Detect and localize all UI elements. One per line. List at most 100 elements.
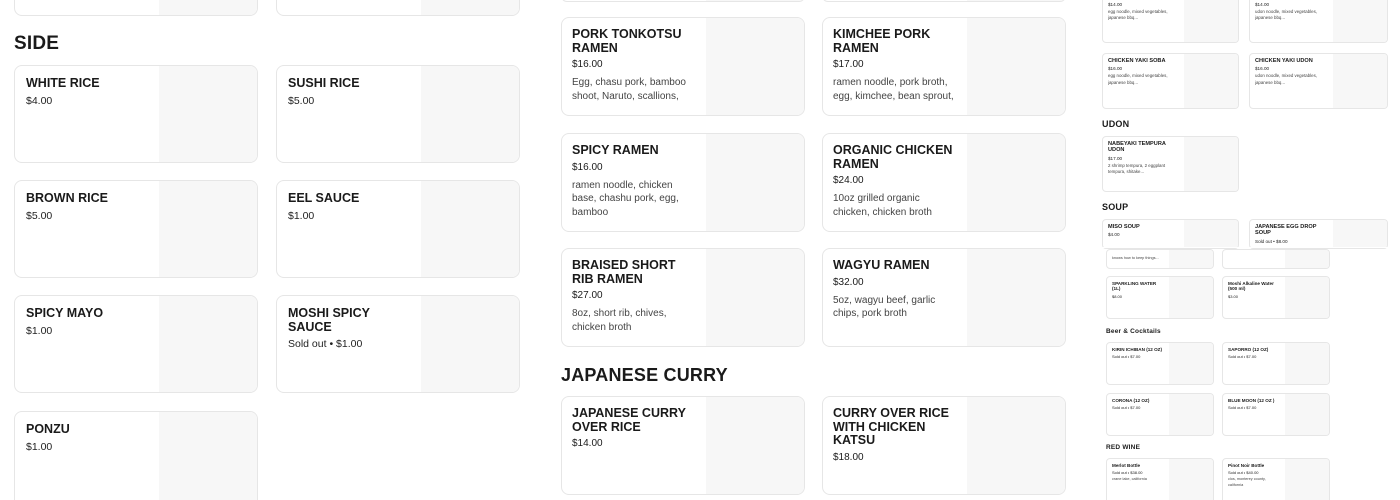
menu-item-miso-soup[interactable]: MISO SOUP $4.00 [1102,219,1239,249]
menu-item-card[interactable]: $14.00 egg noodle, mixed vegetables, japa… [1102,0,1239,43]
item-image [1285,277,1329,318]
item-price: $5.00 [26,209,53,222]
menu-item-moshi-spicy-sauce[interactable]: MOSHI SPICY SAUCE Sold out • $1.00 [276,295,520,393]
item-price: $14.00 [572,438,603,449]
item-price: $18.00 [833,451,864,463]
item-price: $27.00 [572,290,603,301]
menu-item-sparkling-water[interactable]: SPARKLING WATER (1L) $8.00 [1106,276,1214,319]
item-name: ORGANIC CHICKEN RAMEN [833,143,953,171]
item-name: WAGYU RAMEN [833,258,930,272]
item-price: $4.00 [1108,232,1120,238]
menu-item-moshi-alkaline-water[interactable]: Moshi Alkaline Water (500 ml) $3.00 [1222,276,1330,319]
section-title-side: SIDE [14,33,60,54]
menu-item-braised-short-rib-ramen[interactable]: BRAISED SHORT RIB RAMEN $27.00 8oz, short … [561,248,805,347]
menu-item-card[interactable]: knows how to keep things... [1106,249,1214,269]
item-image [1285,459,1329,500]
item-image [967,249,1065,346]
item-name: MISO SOUP [1108,224,1140,230]
item-price: $3.00 [1228,293,1239,299]
item-description: udon noodle, mixed vegetables, japanese … [1255,9,1318,21]
section-title-soup: SOUP [1102,202,1129,212]
item-price: Sold out • $7.00 [1228,354,1257,360]
menu-item-card[interactable] [276,0,520,16]
section-title-udon: UDON [1102,119,1130,129]
item-image [967,134,1065,231]
menu-item-curry-chicken-katsu[interactable]: CURRY OVER RICE WITH CHICKEN KATSU $18.00 [822,396,1066,495]
item-price: Sold out • $40.00 [1228,470,1259,476]
menu-item-chicken-yaki-soba[interactable]: CHICKEN YAKI SOBA $16.00 egg noodle, mixed… [1102,53,1239,109]
item-description: 8oz, short rib, chives, chicken broth [572,308,667,333]
menu-item-organic-chicken-ramen[interactable]: ORGANIC CHICKEN RAMEN $24.00 10oz grilled … [822,133,1066,232]
item-name: Pinot Noir Bottle [1228,463,1265,468]
menu-item-chicken-yaki-udon[interactable]: CHICKEN YAKI UDON $16.00 udon noodle, mixe… [1249,53,1388,109]
item-image [1184,54,1238,108]
item-name: Moshi Alkaline Water (500 ml) [1228,281,1274,292]
item-price: $16.00 [572,161,603,173]
menu-item-spicy-ramen[interactable]: SPICY RAMEN $16.00 ramen noodle, chicken b… [561,133,805,232]
menu-item-japanese-egg-drop-soup[interactable]: JAPANESE EGG DROP SOUP Sold out • $8.00 [1249,219,1388,249]
menu-item-card[interactable] [822,0,1066,2]
menu-item-card[interactable] [14,0,258,16]
item-name: NABEYAKI TEMPURA UDON [1108,141,1166,154]
item-image [706,397,804,494]
menu-item-sushi-rice[interactable]: SUSHI RICE $5.00 [276,65,520,163]
item-price: Sold out • $8.00 [1255,238,1288,244]
menu-item-blue-moon[interactable]: BLUE MOON (12 OZ ) Sold out • $7.00 [1222,393,1330,436]
menu-item-card[interactable] [1222,249,1330,269]
item-description: udon noodle, mixed vegetables, japanese … [1255,73,1318,85]
menu-item-brown-rice[interactable]: BROWN RICE $5.00 [14,180,258,278]
item-price: $1.00 [288,209,315,222]
menu-item-eel-sauce[interactable]: EEL SAUCE $1.00 [276,180,520,278]
item-name: SAPORRO (12 OZ) [1228,347,1269,352]
item-name: SPARKLING WATER (1L) [1112,281,1157,292]
item-price: $17.00 [1108,155,1123,161]
menu-item-kirin-ichiban[interactable]: KIRIN ICHIBAN (12 OZ) Sold out • $7.00 [1106,342,1214,385]
item-price: Sold out • $7.00 [1112,354,1141,360]
item-price: Sold out • $7.00 [1112,405,1141,411]
menu-item-card[interactable] [561,0,805,2]
item-image [1169,394,1213,435]
menu-item-wagyu-ramen[interactable]: WAGYU RAMEN $32.00 5oz, wagyu beef, garlic… [822,248,1066,347]
item-name: KIRIN ICHIBAN (12 OZ) [1112,347,1163,352]
item-image [421,181,519,277]
item-price: Sold out • $1.00 [288,338,363,350]
item-image [159,181,257,277]
item-name: SPICY RAMEN [572,143,659,157]
item-image [421,66,519,162]
item-image [1184,137,1238,191]
item-description: 10oz grilled organic chicken, chicken br… [833,193,932,218]
menu-item-saporro[interactable]: SAPORRO (12 OZ) Sold out • $7.00 [1222,342,1330,385]
item-name: KIMCHEE PORK RAMEN [833,27,931,55]
item-price: $16.00 [1255,66,1270,72]
menu-item-card[interactable]: $14.00 udon noodle, mixed vegetables, jap… [1249,0,1388,43]
item-image [1169,250,1213,268]
panel-divider [1099,247,1400,248]
menu-item-white-rice[interactable]: WHITE RICE $4.00 [14,65,258,163]
menu-item-japanese-curry-over-rice[interactable]: JAPANESE CURRY OVER RICE $14.00 [561,396,805,495]
menu-item-pork-tonkotsu-ramen[interactable]: PORK TONKOTSU RAMEN $16.00 Egg, chasu pork… [561,17,805,116]
item-description: egg noodle, mixed vegetables, japanese b… [1108,73,1168,85]
item-price: $14.00 [1255,2,1270,7]
item-price: $14.00 [1108,2,1123,7]
menu-item-corona[interactable]: CORONA (12 OZ) Sold out • $7.00 [1106,393,1214,436]
menu-item-kimchee-pork-ramen[interactable]: KIMCHEE PORK RAMEN $17.00 ramen noodle, po… [822,17,1066,116]
item-image [1169,459,1213,500]
menu-item-ponzu[interactable]: PONZU $1.00 [14,411,258,500]
item-image [1184,0,1238,42]
item-name: MOSHI SPICY SAUCE [288,306,370,334]
item-name: SUSHI RICE [288,76,360,90]
item-image [1285,343,1329,384]
menu-item-nabeyaki-tempura-udon[interactable]: NABEYAKI TEMPURA UDON $17.00 2 shrimp temp… [1102,136,1239,192]
menu-item-pinot-noir-bottle[interactable]: Pinot Noir Bottle Sold out • $40.00 clos, … [1222,458,1330,500]
item-name: CORONA (12 OZ) [1112,398,1150,403]
item-name: BRAISED SHORT RIB RAMEN [572,258,676,286]
menu-item-merlot-bottle[interactable]: Merlot Bottle Sold out • $38.00 crane lake… [1106,458,1214,500]
item-name: BLUE MOON (12 OZ ) [1228,398,1275,403]
item-name: WHITE RICE [26,76,100,90]
menu-item-spicy-mayo[interactable]: SPICY MAYO $1.00 [14,295,258,393]
item-description: 5oz, wagyu beef, garlic chips, pork brot… [833,294,936,320]
item-price: $1.00 [26,324,53,337]
item-image [1333,0,1387,42]
item-name: CHICKEN YAKI SOBA [1108,58,1166,64]
item-image [706,249,804,346]
